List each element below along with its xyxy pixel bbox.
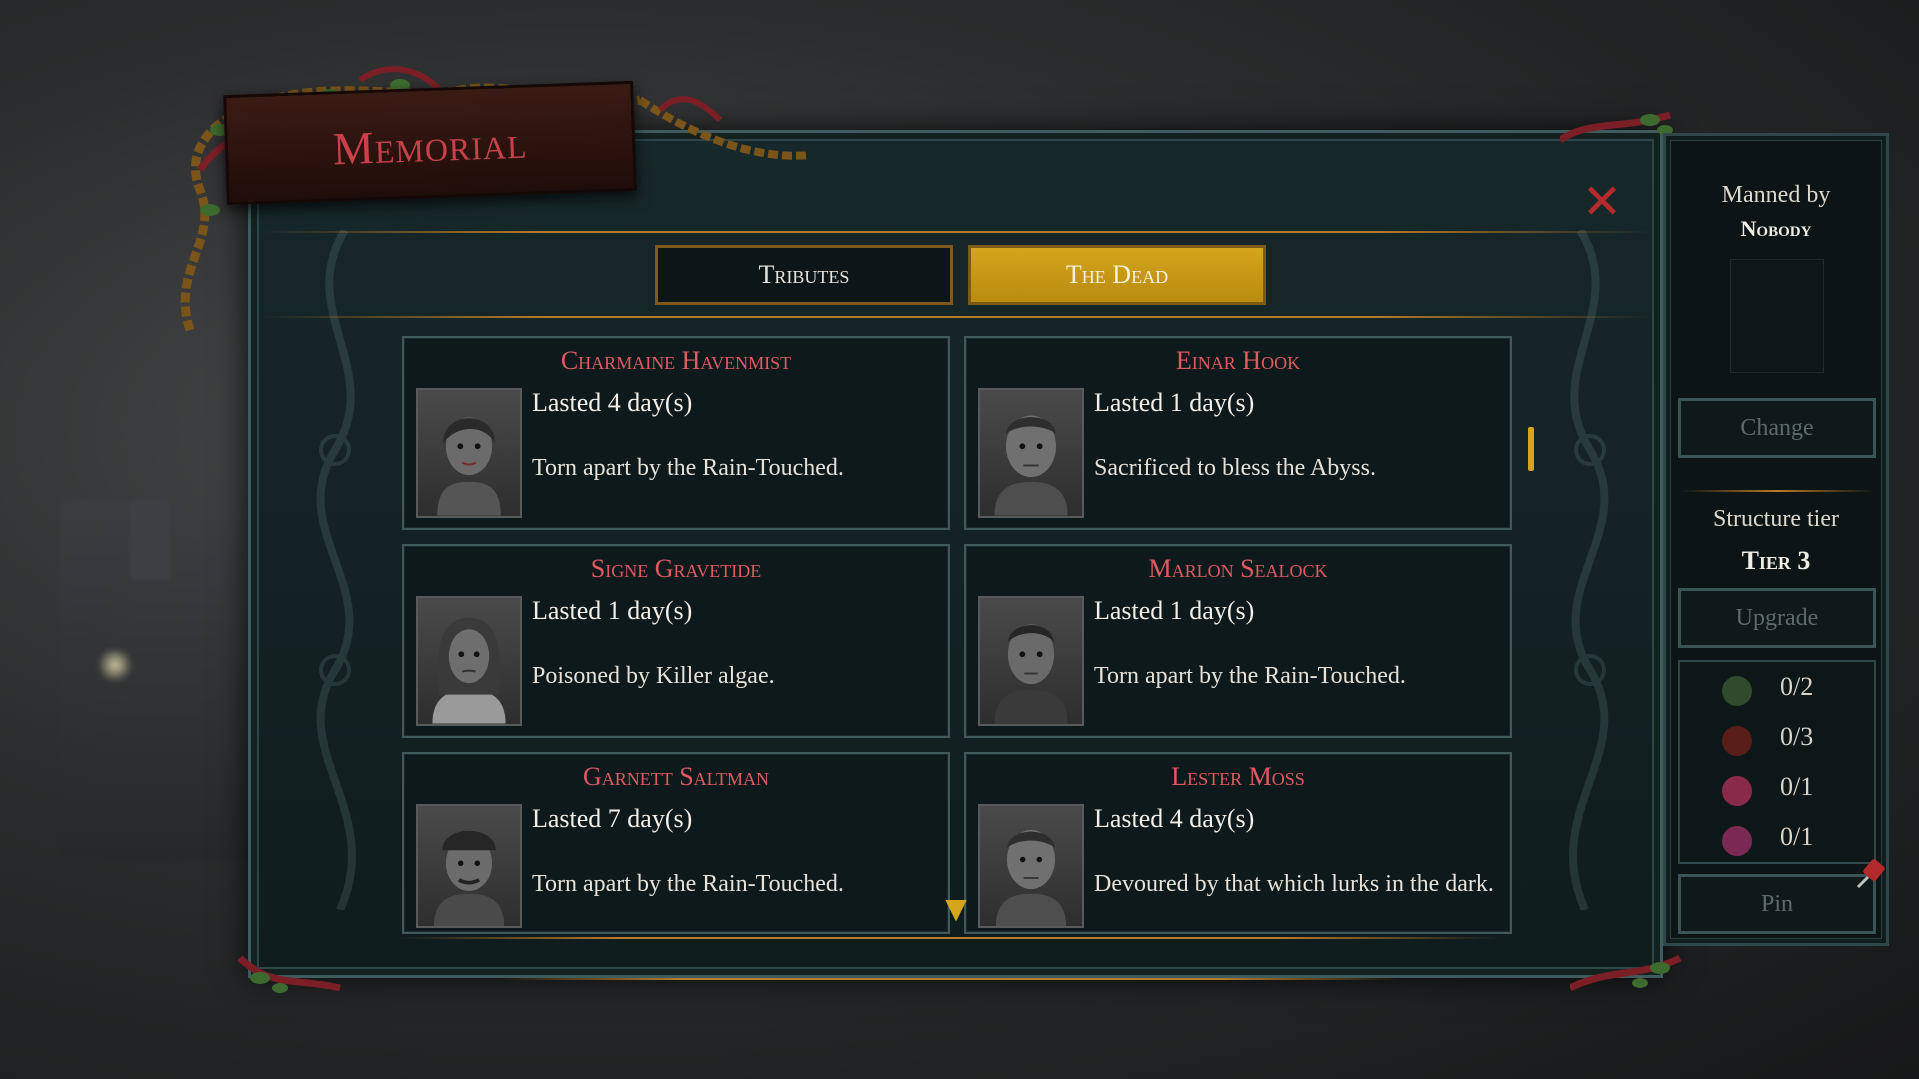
resource-count: 0/2 — [1780, 672, 1814, 701]
resource-count: 0/1 — [1780, 822, 1814, 851]
side-divider — [1680, 490, 1874, 492]
close-button[interactable]: ✕ — [1580, 178, 1624, 226]
title-plaque: Memorial — [223, 80, 637, 206]
scroll-down-arrow-icon[interactable]: ▼ — [940, 895, 972, 923]
vine-decoration-bottom-right — [1570, 954, 1682, 992]
window-title: Memorial — [331, 116, 529, 175]
cause-of-death: Sacrificed to bless the Abyss. — [1094, 455, 1376, 481]
structure-tier-label: Structure tier — [1713, 506, 1839, 532]
dead-card: Marlon Sealock Lasted 1 day(s) Torn apar… — [964, 544, 1512, 738]
vine-decoration-top-right — [1560, 111, 1673, 143]
resource-row: 0/3 — [1680, 718, 1874, 762]
background-chimney — [130, 500, 170, 580]
coral-icon — [1722, 726, 1752, 756]
cause-of-death: Torn apart by the Rain-Touched. — [532, 871, 844, 897]
cause-of-death: Poisoned by Killer algae. — [532, 663, 775, 689]
dead-card: Signe Gravetide Lasted 1 day(s) Poisoned… — [402, 544, 950, 738]
dead-name: Lester Moss — [1171, 762, 1305, 791]
background-lamp-glow — [95, 650, 135, 680]
side-panel: Manned by Nobody Change Structure tier T… — [1663, 133, 1889, 946]
tab-the-dead[interactable]: The Dead — [968, 245, 1266, 305]
resource-row: 0/1 — [1680, 818, 1874, 862]
resource-row: 0/2 — [1680, 668, 1874, 712]
vine-decoration-bottom-left — [237, 955, 341, 993]
tab-tributes[interactable]: Tributes — [655, 245, 953, 305]
bottom-edge-rule — [500, 978, 1400, 980]
days-lasted: Lasted 1 day(s) — [1094, 388, 1255, 417]
resource-row: 0/1 — [1680, 768, 1874, 812]
background-vehicle — [60, 500, 280, 860]
dead-name: Garnett Saltman — [582, 762, 770, 791]
heart-icon — [1722, 776, 1752, 806]
manned-by-label: Manned by — [1721, 182, 1831, 208]
cause-of-death: Devoured by that which lurks in the dark… — [1094, 871, 1494, 897]
days-lasted: Lasted 4 day(s) — [532, 388, 693, 417]
dead-card: Lester Moss Lasted 4 day(s) Devoured by … — [964, 752, 1512, 934]
structure-tier-value: Tier 3 — [1741, 546, 1811, 575]
dead-name: Einar Hook — [1175, 346, 1301, 375]
resource-count: 0/3 — [1780, 722, 1814, 751]
dead-card: Einar Hook Lasted 1 day(s) Sacrificed to… — [964, 336, 1512, 530]
brain-icon — [1722, 826, 1752, 856]
scrollbar-thumb[interactable] — [1528, 427, 1534, 471]
manned-by-name: Nobody — [1740, 216, 1812, 241]
pin-button[interactable]: Pin — [1678, 874, 1876, 934]
seaweed-icon — [1722, 676, 1752, 706]
tentacle-ornament-right — [1569, 230, 1609, 910]
portrait-avatar — [978, 804, 1084, 928]
portrait-avatar — [978, 596, 1084, 726]
resource-count: 0/1 — [1780, 772, 1814, 801]
dead-card: Garnett Saltman Lasted 7 day(s) Torn apa… — [402, 752, 950, 934]
upgrade-cost-list: 0/2 0/3 0/1 0/1 — [1678, 660, 1876, 864]
portrait-avatar — [416, 596, 522, 726]
days-lasted: Lasted 1 day(s) — [1094, 596, 1255, 625]
dead-card: Charmaine Havenmist Lasted 4 day(s) Torn… — [402, 336, 950, 530]
portrait-avatar — [416, 388, 522, 518]
cause-of-death: Torn apart by the Rain-Touched. — [1094, 663, 1406, 689]
days-lasted: Lasted 1 day(s) — [532, 596, 693, 625]
pushpin-icon — [1856, 859, 1885, 889]
worker-slot[interactable] — [1730, 259, 1824, 373]
cause-of-death: Torn apart by the Rain-Touched. — [532, 455, 844, 481]
dead-name: Signe Gravetide — [590, 554, 762, 583]
upgrade-button[interactable]: Upgrade — [1678, 588, 1876, 648]
dead-name: Charmaine Havenmist — [560, 346, 792, 375]
dead-name: Marlon Sealock — [1148, 554, 1328, 583]
portrait-avatar — [978, 388, 1084, 518]
change-button[interactable]: Change — [1678, 398, 1876, 458]
days-lasted: Lasted 4 day(s) — [1094, 804, 1255, 833]
portrait-avatar — [416, 804, 522, 928]
footer-rule — [400, 937, 1500, 939]
days-lasted: Lasted 7 day(s) — [532, 804, 693, 833]
